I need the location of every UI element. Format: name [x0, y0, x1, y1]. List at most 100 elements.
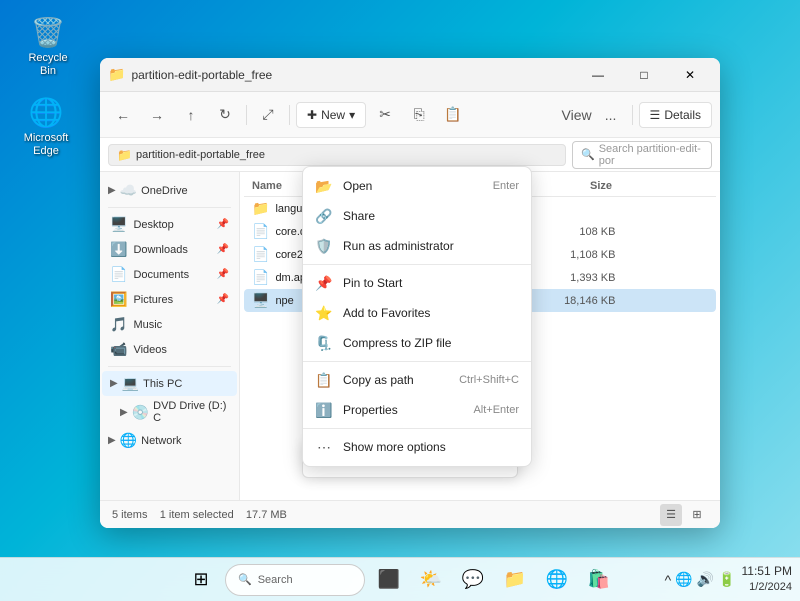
search-icon: 🔍: [581, 148, 595, 161]
ctx-pin-start-label: Pin to Start: [343, 276, 519, 290]
ctx-properties[interactable]: ℹ️ Properties Alt+Enter: [303, 395, 531, 425]
up-button[interactable]: ↑: [176, 100, 206, 130]
grid-view-button[interactable]: ⊞: [686, 504, 708, 526]
edge-label: Microsoft Edge: [18, 132, 74, 158]
sidebar-item-thispc[interactable]: ▶ 💻 This PC: [102, 371, 237, 396]
sidebar-item-desktop[interactable]: 🖥️ Desktop 📌: [102, 212, 237, 237]
folder-title-icon: 📁: [108, 66, 125, 83]
header-size: Size: [532, 180, 612, 192]
documents-sidebar-label: Documents: [133, 269, 210, 281]
pin-start-icon: 📌: [315, 274, 333, 292]
ctx-divider-2: [303, 361, 531, 362]
forward-button[interactable]: →: [142, 100, 172, 130]
desktop-icon-edge[interactable]: 🌐 Microsoft Edge: [14, 90, 78, 162]
taskbar-edge[interactable]: 🌐: [539, 562, 575, 598]
taskbar-search[interactable]: 🔍 Search: [225, 564, 365, 596]
address-folder-icon: 📁: [117, 148, 132, 162]
clock[interactable]: 11:51 PM 1/2/2024: [742, 563, 792, 595]
more-button[interactable]: ...: [596, 100, 626, 130]
ctx-more-options[interactable]: ⋯ Show more options: [303, 432, 531, 462]
ctx-run-admin-label: Run as administrator: [343, 239, 519, 253]
taskbar-widgets[interactable]: 🌤️: [413, 562, 449, 598]
recycle-bin-icon: 🗑️: [30, 14, 66, 50]
more-options-icon: ⋯: [315, 438, 333, 456]
tray-volume-icon[interactable]: 🔊: [697, 571, 714, 588]
file-size-coredll: 108 KB: [535, 226, 615, 238]
pictures-sidebar-label: Pictures: [133, 294, 210, 306]
taskbar-taskview[interactable]: ⬛: [371, 562, 407, 598]
details-button[interactable]: ☰ Details: [639, 102, 712, 128]
search-bar[interactable]: 🔍 Search partition-edit-por: [572, 141, 712, 169]
view-button[interactable]: View: [562, 100, 592, 130]
zip-icon: 🗜️: [315, 334, 333, 352]
music-sidebar-label: Music: [133, 319, 229, 331]
ctx-pin-start[interactable]: 📌 Pin to Start: [303, 268, 531, 298]
file-size-npe: 18,146 KB: [535, 295, 615, 307]
ctx-open-label: Open: [343, 179, 483, 193]
cut-button[interactable]: ✂: [370, 100, 400, 130]
share-icon: 🔗: [315, 207, 333, 225]
thispc-label: This PC: [143, 378, 182, 390]
sidebar-item-onedrive[interactable]: ▶ ☁️ OneDrive: [100, 178, 239, 203]
ctx-compress-zip[interactable]: 🗜️ Compress to ZIP file: [303, 328, 531, 358]
time-display: 11:51 PM: [742, 563, 792, 580]
desktop-sidebar-label: Desktop: [133, 219, 210, 231]
back-button[interactable]: ←: [108, 100, 138, 130]
minimize-button[interactable]: —: [576, 60, 620, 90]
taskbar: ⊞ 🔍 Search ⬛ 🌤️ 💬 📁 🌐 🛍️ ^ 🌐 🔊 🔋 11:51 P…: [0, 557, 800, 601]
taskbar-explorer[interactable]: 📁: [497, 562, 533, 598]
list-view-button[interactable]: ☰: [660, 504, 682, 526]
ctx-add-favorites-label: Add to Favorites: [343, 306, 519, 320]
sidebar-item-documents[interactable]: 📄 Documents 📌: [102, 262, 237, 287]
properties-icon: ℹ️: [315, 401, 333, 419]
sidebar-item-music[interactable]: 🎵 Music: [102, 312, 237, 337]
selected-info: 1 item selected: [160, 509, 234, 521]
toolbar-separator-3: [632, 105, 633, 125]
new-button[interactable]: ✚ New ▾: [296, 102, 366, 128]
recycle-bin-label: Recycle Bin: [20, 52, 76, 78]
ctx-open[interactable]: 📂 Open Enter: [303, 171, 531, 201]
tray-expand-icon[interactable]: ^: [665, 572, 672, 588]
close-button[interactable]: ✕: [668, 60, 712, 90]
refresh-button[interactable]: ↻: [210, 100, 240, 130]
taskbar-chat[interactable]: 💬: [455, 562, 491, 598]
open-icon: 📂: [315, 177, 333, 195]
dvd-icon: 💿: [132, 404, 149, 421]
address-path[interactable]: 📁 partition-edit-portable_free: [108, 144, 566, 166]
title-bar-controls: — □ ✕: [576, 60, 712, 90]
taskbar-search-text: Search: [258, 574, 293, 586]
taskbar-store[interactable]: 🛍️: [581, 562, 617, 598]
details-icon: ☰: [650, 108, 661, 122]
folder-file-icon: 📁: [252, 200, 269, 217]
dll-file-icon-2: 📄: [252, 246, 269, 263]
new-label: New: [321, 108, 345, 122]
sidebar-divider-2: [108, 366, 231, 367]
expand-button[interactable]: ⤢: [253, 100, 283, 130]
ctx-copy-path[interactable]: 📋 Copy as path Ctrl+Shift+C: [303, 365, 531, 395]
sidebar-item-network[interactable]: ▶ 🌐 Network: [100, 428, 239, 453]
tray-network-icon[interactable]: 🌐: [675, 571, 692, 588]
maximize-button[interactable]: □: [622, 60, 666, 90]
documents-sidebar-icon: 📄: [110, 266, 127, 283]
file-size-core2dll: 1,108 KB: [535, 249, 615, 261]
tray-battery-icon[interactable]: 🔋: [718, 571, 735, 588]
ctx-run-admin[interactable]: 🛡️ Run as administrator: [303, 231, 531, 261]
sidebar-item-pictures[interactable]: 🖼️ Pictures 📌: [102, 287, 237, 312]
copy-button[interactable]: ⎘: [404, 100, 434, 130]
new-icon: ✚: [307, 108, 317, 122]
taskbar-search-icon: 🔍: [238, 573, 252, 586]
sidebar-item-dvd[interactable]: ▶ 💿 DVD Drive (D:) C: [100, 396, 239, 428]
status-bar: 5 items 1 item selected 17.7 MB ☰ ⊞: [100, 500, 720, 528]
copy-path-icon: 📋: [315, 371, 333, 389]
new-chevron-icon: ▾: [349, 108, 355, 122]
ctx-add-favorites[interactable]: ⭐ Add to Favorites: [303, 298, 531, 328]
thispc-icon: 💻: [122, 375, 139, 392]
ctx-share[interactable]: 🔗 Share: [303, 201, 531, 231]
chevron-right-icon: ▶: [108, 185, 116, 196]
sidebar-item-videos[interactable]: 📹 Videos: [102, 337, 237, 362]
sidebar-item-downloads[interactable]: ⬇️ Downloads 📌: [102, 237, 237, 262]
desktop-icon-recycle-bin[interactable]: 🗑️ Recycle Bin: [16, 10, 80, 82]
start-button[interactable]: ⊞: [183, 562, 219, 598]
paste-button[interactable]: 📋: [438, 100, 468, 130]
toolbar-separator-1: [246, 105, 247, 125]
